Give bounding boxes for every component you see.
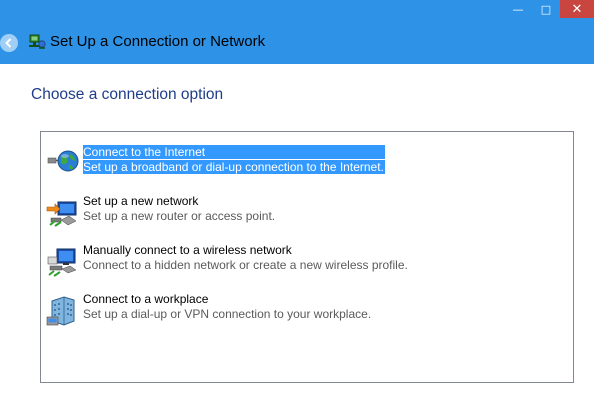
option-title: Connect to the Internet bbox=[83, 145, 385, 159]
option-connect-to-internet[interactable]: Connect to the Internet Set up a broadba… bbox=[45, 145, 565, 183]
window-title: Set Up a Connection or Network bbox=[50, 33, 266, 50]
maximize-icon: □ bbox=[540, 2, 552, 16]
option-description: Connect to a hidden network or create a … bbox=[83, 258, 408, 272]
option-manually-connect-wireless[interactable]: Manually connect to a wireless network C… bbox=[45, 243, 565, 281]
window-controls: — □ ✕ bbox=[504, 0, 594, 18]
back-button[interactable] bbox=[0, 34, 18, 52]
option-title: Connect to a workplace bbox=[83, 292, 209, 306]
back-arrow-icon bbox=[5, 38, 12, 48]
workplace-icon bbox=[46, 296, 75, 326]
page-heading: Choose a connection option bbox=[31, 86, 224, 103]
option-description: Set up a new router or access point. bbox=[83, 209, 276, 223]
router-icon bbox=[46, 201, 77, 227]
maximize-button[interactable]: □ bbox=[532, 0, 560, 18]
globe-icon bbox=[47, 150, 79, 172]
close-icon: ✕ bbox=[571, 1, 583, 17]
minimize-icon: — bbox=[512, 2, 524, 16]
option-description: Set up a broadband or dial-up connection… bbox=[83, 160, 385, 174]
option-title: Manually connect to a wireless network bbox=[83, 243, 292, 257]
minimize-button[interactable]: — bbox=[504, 0, 532, 18]
option-connect-to-workplace[interactable]: Connect to a workplace Set up a dial-up … bbox=[45, 292, 565, 330]
option-title: Set up a new network bbox=[83, 194, 199, 208]
close-button[interactable]: ✕ bbox=[560, 0, 594, 18]
wireless-network-icon bbox=[47, 248, 77, 277]
network-setup-icon bbox=[29, 34, 46, 49]
title-bar: — □ ✕ Set Up a Connection or Network bbox=[0, 0, 594, 64]
option-description: Set up a dial-up or VPN connection to yo… bbox=[83, 307, 372, 321]
option-set-up-new-network[interactable]: Set up a new network Set up a new router… bbox=[45, 194, 565, 232]
connection-options-list: Connect to the Internet Set up a broadba… bbox=[40, 131, 574, 383]
